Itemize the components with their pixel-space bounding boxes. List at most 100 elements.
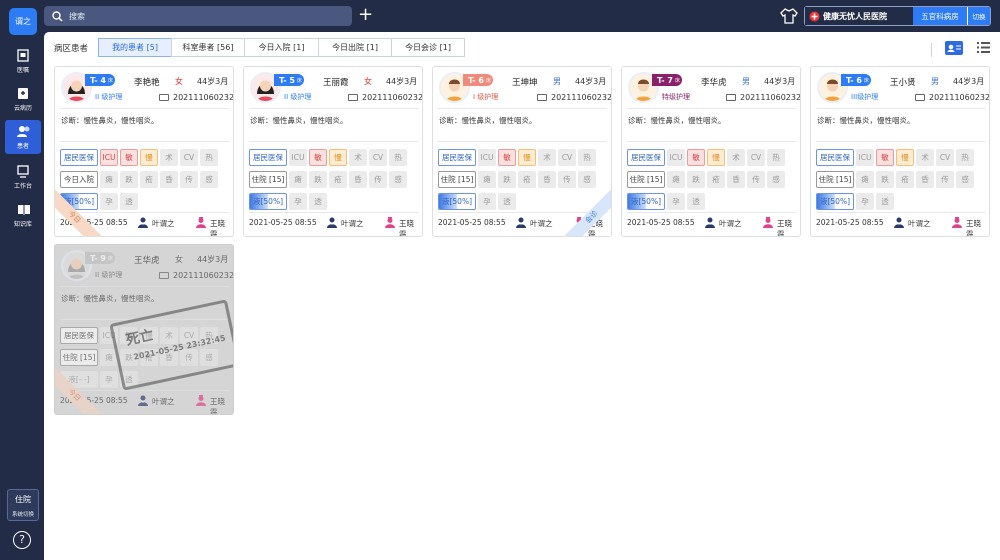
patient-tag[interactable]: 液[50%] <box>816 193 854 210</box>
patient-tag[interactable]: 液[50%] <box>627 193 665 210</box>
patient-tag[interactable]: 疮 <box>518 171 536 188</box>
patient-card[interactable]: T- 5 床 王丽霞 女 44岁3月 II 级护理 202111060232 诊断：慢性鼻炎，… <box>243 66 423 237</box>
patient-tag[interactable]: 透 <box>498 193 516 210</box>
patient-tag[interactable]: 慢 <box>707 149 725 166</box>
patient-tag[interactable]: 液[50%] <box>249 193 287 210</box>
patient-tag[interactable]: 感 <box>767 171 785 188</box>
patient-tag[interactable]: 术 <box>727 149 745 166</box>
patient-tag[interactable]: 术 <box>160 149 178 166</box>
patient-tag[interactable]: 疮 <box>896 171 914 188</box>
patient-tag[interactable]: 跌 <box>309 171 327 188</box>
patient-tag[interactable]: 瘫 <box>856 171 874 188</box>
patient-tag[interactable]: 热 <box>578 149 596 166</box>
patient-tag[interactable]: 感 <box>389 171 407 188</box>
patient-tag[interactable]: 跌 <box>120 171 138 188</box>
patient-tag[interactable]: 传 <box>558 171 576 188</box>
patient-tag[interactable]: 孕 <box>289 193 307 210</box>
patient-tag[interactable]: 敏 <box>309 149 327 166</box>
patient-tag[interactable]: 疮 <box>707 171 725 188</box>
patient-tag[interactable]: CV <box>747 149 765 166</box>
sidebar-item-knowledge[interactable]: 知识库 <box>5 198 41 232</box>
patient-tag[interactable]: 今日入院 <box>60 171 98 188</box>
patient-tag[interactable]: 术 <box>916 149 934 166</box>
patient-tag[interactable]: 术 <box>538 149 556 166</box>
patient-tag[interactable]: 昏 <box>727 171 745 188</box>
patient-tag[interactable]: 热 <box>767 149 785 166</box>
department-name[interactable]: 五官科病房 <box>913 7 968 25</box>
system-switch-button[interactable]: 住院 系统切换 <box>7 489 39 521</box>
patient-tag[interactable]: 瘫 <box>667 171 685 188</box>
patient-tag[interactable]: 传 <box>747 171 765 188</box>
patient-tag[interactable]: 孕 <box>856 193 874 210</box>
patient-tag[interactable]: 住院 [15] <box>438 171 476 188</box>
sidebar-item-orders[interactable]: 医嘱 <box>5 44 41 78</box>
patient-tag[interactable]: 敏 <box>498 149 516 166</box>
patient-tag[interactable]: 跌 <box>687 171 705 188</box>
patient-tag[interactable]: 疮 <box>329 171 347 188</box>
patient-tag[interactable]: CV <box>936 149 954 166</box>
patient-tag[interactable]: 居民医保 <box>816 149 854 166</box>
patient-tag[interactable]: ICU <box>100 149 118 166</box>
patient-tag[interactable]: 敏 <box>120 149 138 166</box>
sidebar-item-cloud-record[interactable]: 云病历 <box>5 82 41 116</box>
patient-tag[interactable]: 透 <box>876 193 894 210</box>
patient-card[interactable]: T- 4 床 李艳艳 女 44岁3月 II 级护理 202111060232 诊断：慢性鼻炎，… <box>54 66 234 237</box>
patient-tag[interactable]: 住院 [15] <box>249 171 287 188</box>
patient-tag[interactable]: 慢 <box>518 149 536 166</box>
patient-tag[interactable]: 热 <box>389 149 407 166</box>
patient-tag[interactable]: ICU <box>289 149 307 166</box>
patient-card[interactable]: T- 6 床 王小贤 男 44岁3月 III级护理 202111060232 诊断：慢性鼻炎，… <box>810 66 990 237</box>
search-input[interactable]: 搜索 <box>69 11 85 22</box>
card-view-icon[interactable] <box>945 41 963 55</box>
patient-tag[interactable]: 孕 <box>100 193 118 210</box>
patient-tag[interactable]: 慢 <box>329 149 347 166</box>
patient-tag[interactable]: 居民医保 <box>627 149 665 166</box>
patient-tag[interactable]: 居民医保 <box>60 149 98 166</box>
patient-tag[interactable]: 敏 <box>687 149 705 166</box>
patient-tag[interactable]: 昏 <box>349 171 367 188</box>
patient-card[interactable]: T- 9 床王华虎女 44岁3月 II 级护理 202111060232 诊断：慢性鼻炎，… <box>54 244 234 415</box>
tab-dept-patients[interactable]: 科室患者 [56] <box>171 38 245 57</box>
tab-today-consult[interactable]: 今日会诊 [1] <box>391 38 465 57</box>
patient-card[interactable]: T- 6 床 王坤坤 男 44岁3月 I 级护理 202111060232 诊断：慢性鼻炎，慢… <box>432 66 612 237</box>
patient-tag[interactable]: CV <box>180 149 198 166</box>
patient-tag[interactable]: 疮 <box>140 171 158 188</box>
patient-tag[interactable]: 热 <box>956 149 974 166</box>
patient-tag[interactable]: 跌 <box>876 171 894 188</box>
add-button[interactable]: + <box>358 5 373 25</box>
search-box[interactable]: 搜索 <box>44 6 352 26</box>
patient-tag[interactable]: CV <box>558 149 576 166</box>
patient-tag[interactable]: 透 <box>120 193 138 210</box>
switch-button[interactable]: 切换 <box>968 7 990 25</box>
patient-tag[interactable]: 住院 [15] <box>627 171 665 188</box>
patient-tag[interactable]: 传 <box>369 171 387 188</box>
uniform-icon[interactable] <box>780 8 798 24</box>
patient-tag[interactable]: ICU <box>667 149 685 166</box>
tab-my-patients[interactable]: 我的患者 [5] <box>98 38 172 57</box>
patient-tag[interactable]: 感 <box>956 171 974 188</box>
patient-tag[interactable]: 瘫 <box>289 171 307 188</box>
patient-tag[interactable]: 热 <box>200 149 218 166</box>
patient-tag[interactable]: 住院 [15] <box>816 171 854 188</box>
patient-tag[interactable]: 瘫 <box>100 171 118 188</box>
sidebar-item-workbench[interactable]: 工作台 <box>5 160 41 194</box>
patient-tag[interactable]: 昏 <box>160 171 178 188</box>
patient-tag[interactable]: 瘫 <box>478 171 496 188</box>
tab-today-admitted[interactable]: 今日入院 [1] <box>244 38 319 57</box>
patient-tag[interactable]: 感 <box>578 171 596 188</box>
patient-tag[interactable]: 感 <box>200 171 218 188</box>
patient-tag[interactable]: 孕 <box>667 193 685 210</box>
patient-tag[interactable]: ICU <box>856 149 874 166</box>
patient-tag[interactable]: 敏 <box>876 149 894 166</box>
help-icon[interactable]: ? <box>13 531 31 549</box>
hospital-switcher[interactable]: 健康无忧人民医院 五官科病房 切换 <box>804 6 991 26</box>
patient-tag[interactable]: 孕 <box>478 193 496 210</box>
patient-tag[interactable]: 昏 <box>916 171 934 188</box>
patient-tag[interactable]: 传 <box>180 171 198 188</box>
patient-tag[interactable]: 居民医保 <box>249 149 287 166</box>
patient-tag[interactable]: 透 <box>687 193 705 210</box>
patient-card[interactable]: T- 7 床 李华虎 男 44岁3月 特级护理 202111060232 诊断：慢性鼻炎，慢性… <box>621 66 801 237</box>
patient-tag[interactable]: 慢 <box>896 149 914 166</box>
patient-tag[interactable]: 昏 <box>538 171 556 188</box>
app-logo[interactable]: 谓之 <box>9 8 37 35</box>
